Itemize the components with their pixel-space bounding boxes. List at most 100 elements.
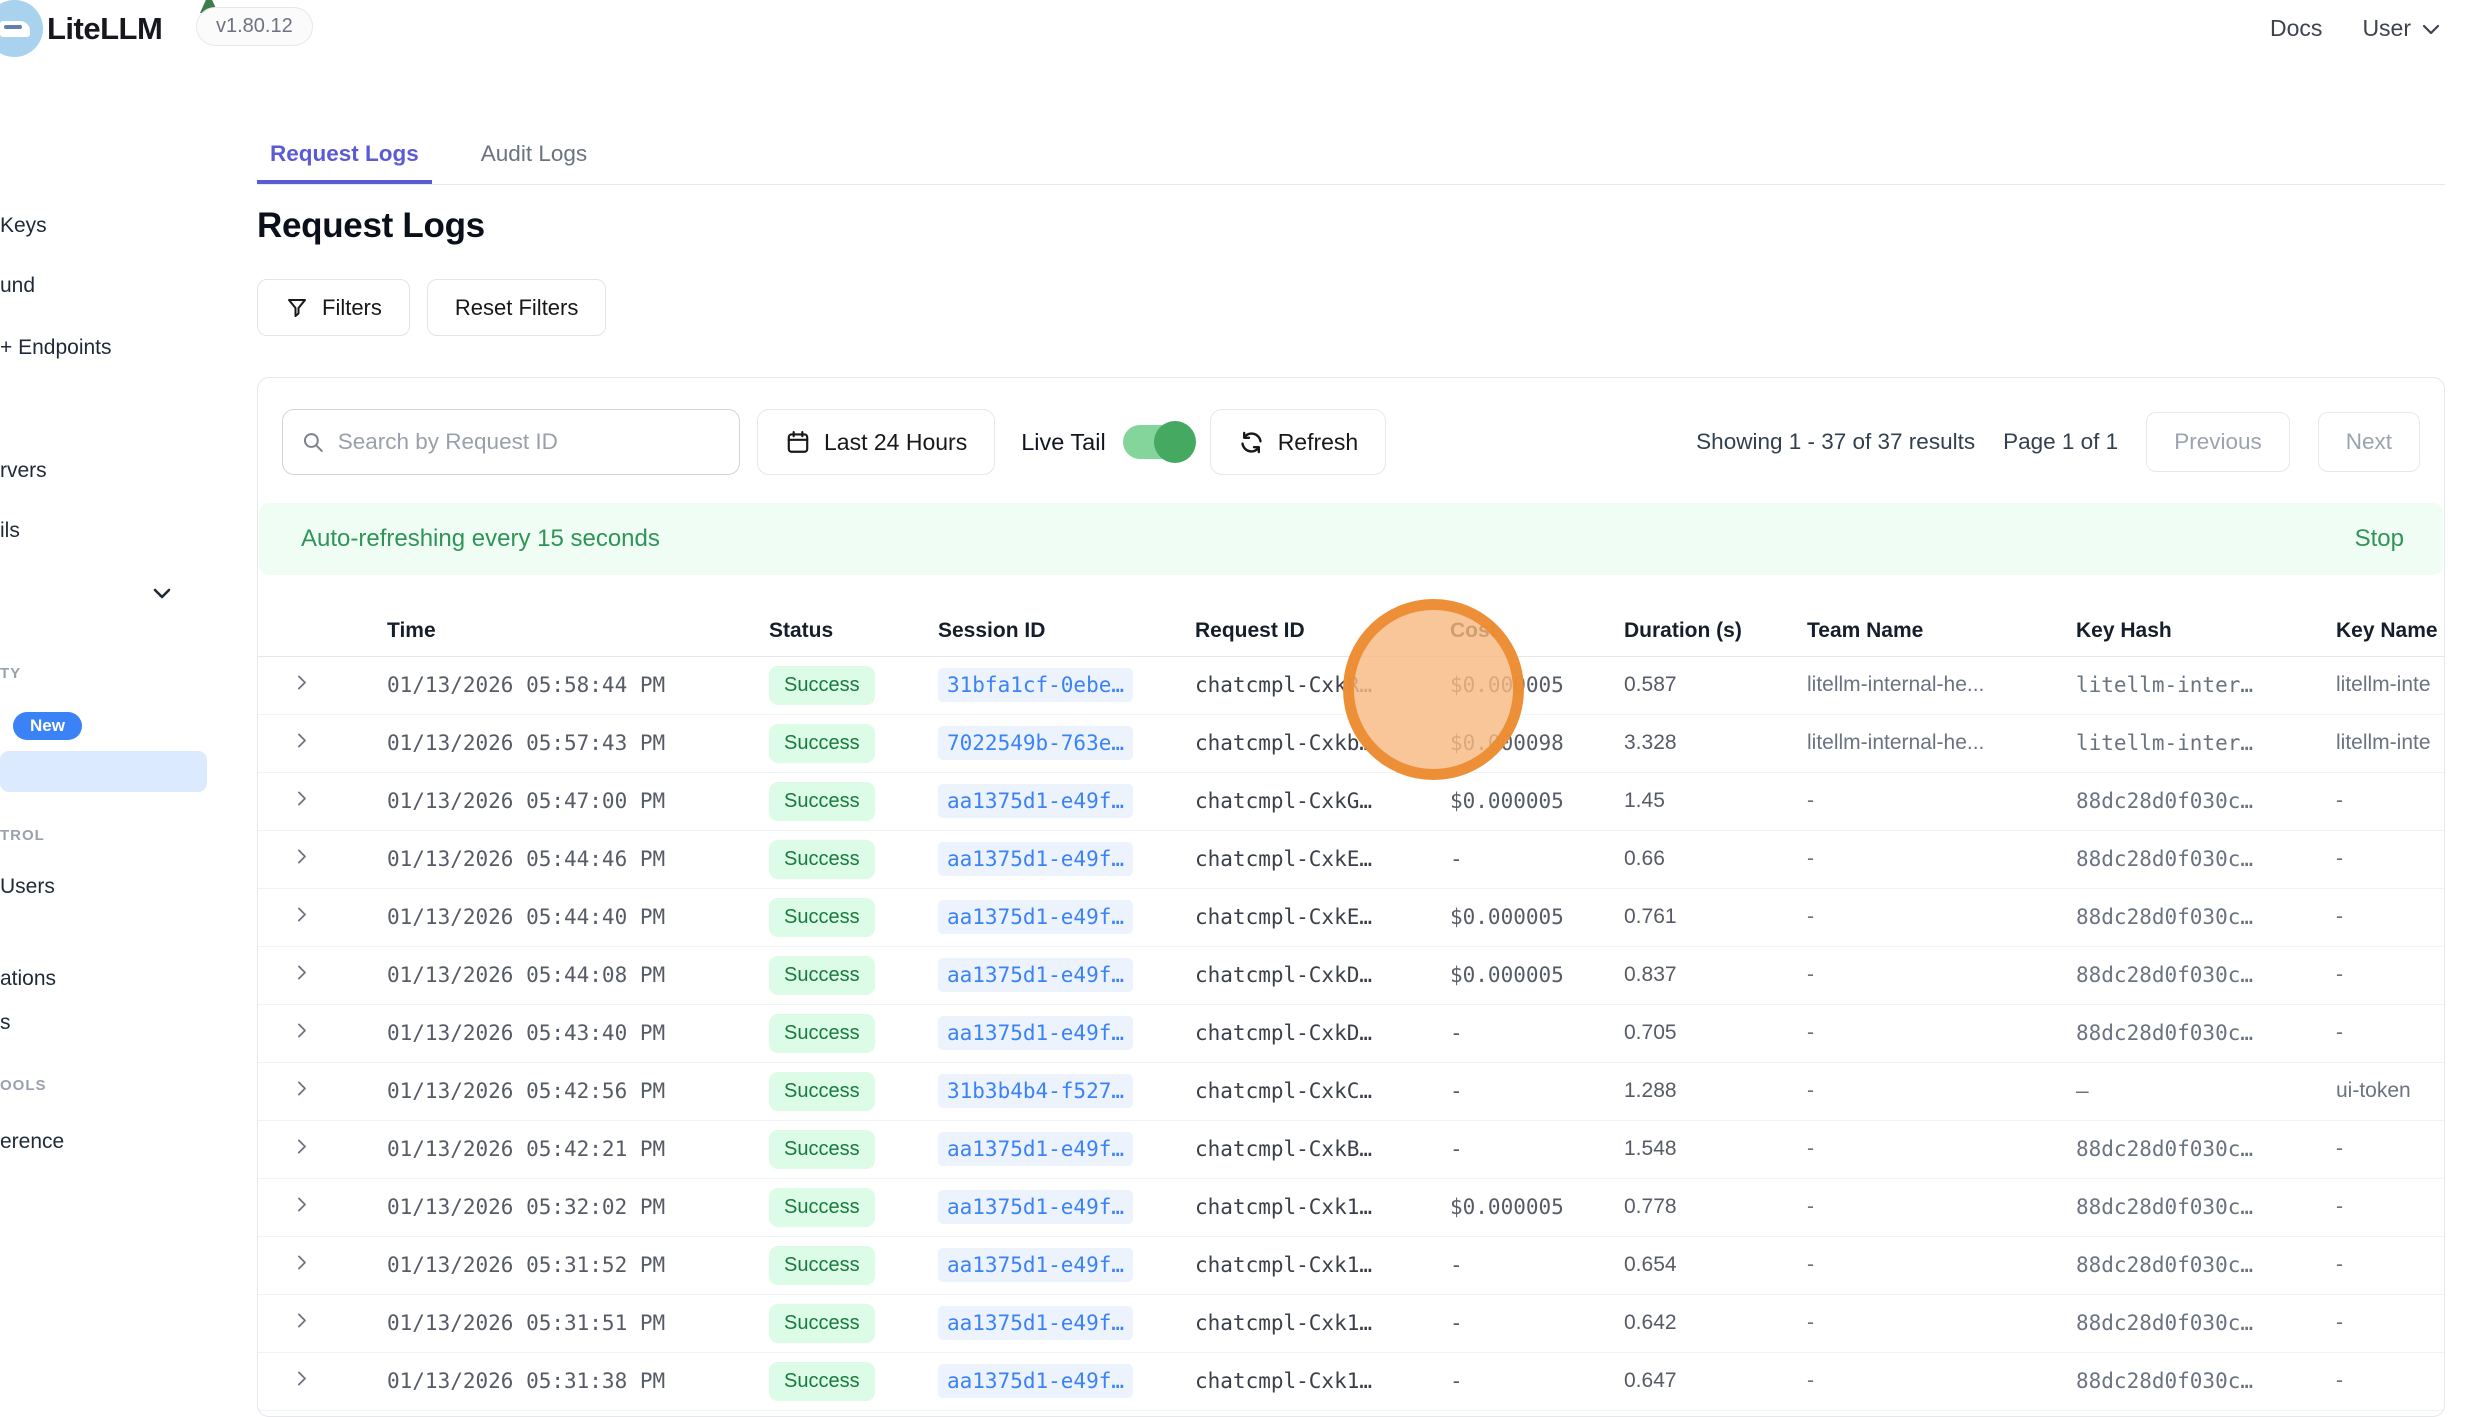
column-header-session-id: Session ID [918,606,1175,656]
sidebar-collapse-chevron-icon[interactable] [150,581,174,610]
live-tail-toggle[interactable] [1123,425,1193,459]
results-summary: Showing 1 - 37 of 37 results [1696,429,1975,455]
duration-cell: 0.778 [1604,1178,1787,1236]
expand-row-button[interactable] [291,788,312,809]
expand-row-button[interactable] [291,1020,312,1041]
main-content: Request Logs Audit Logs Request Logs Fil… [257,57,2445,1417]
session-id-cell: aa1375d1-e49f… [918,1120,1175,1178]
reset-filters-button[interactable]: Reset Filters [427,279,606,336]
time-cell: 01/13/2026 05:58:44 PM [367,656,749,714]
sidebar-item-guardrails[interactable]: ils [0,519,20,543]
status-badge: Success [769,782,875,821]
request-id-cell: chatcmpl-Cxk1… [1175,1236,1430,1294]
key-name-cell: - [2316,1178,2445,1236]
session-id-link[interactable]: aa1375d1-e49f… [938,958,1133,992]
sidebar-item-playground[interactable]: und [0,274,35,298]
time-cell: 01/13/2026 05:42:21 PM [367,1120,749,1178]
session-id-link[interactable]: aa1375d1-e49f… [938,1132,1133,1166]
session-id-cell: aa1375d1-e49f… [918,888,1175,946]
status-cell: Success [749,1352,918,1410]
status-badge: Success [769,1188,875,1227]
key-hash-cell: 88dc28d0f030c… [2056,1120,2316,1178]
team-name-cell: - [1787,1352,2056,1410]
key-name-cell: - [2316,772,2445,830]
next-page-button[interactable]: Next [2318,412,2420,472]
search-icon [301,429,325,455]
sidebar-item-logs-active[interactable] [0,751,207,792]
session-id-link[interactable]: aa1375d1-e49f… [938,1190,1133,1224]
sidebar-item-teams[interactable]: s [0,1011,11,1035]
auto-refresh-message: Auto-refreshing every 15 seconds [301,525,660,553]
key-name-cell: - [2316,1294,2445,1352]
key-hash-cell: – [2056,1062,2316,1120]
session-id-cell: aa1375d1-e49f… [918,1236,1175,1294]
session-id-cell: aa1375d1-e49f… [918,1294,1175,1352]
tab-audit-logs[interactable]: Audit Logs [468,141,600,184]
duration-cell: 1.548 [1604,1120,1787,1178]
key-name-cell: - [2316,1236,2445,1294]
session-id-link[interactable]: aa1375d1-e49f… [938,784,1133,818]
column-header-request-id: Request ID [1175,606,1430,656]
tab-request-logs[interactable]: Request Logs [257,141,432,184]
previous-page-button[interactable]: Previous [2146,412,2290,472]
time-range-button[interactable]: Last 24 Hours [757,409,995,475]
status-badge: Success [769,1246,875,1285]
request-id-cell: chatcmpl-CxkR… [1175,656,1430,714]
status-badge: Success [769,956,875,995]
duration-cell: 0.761 [1604,888,1787,946]
time-cell: 01/13/2026 05:44:08 PM [367,946,749,1004]
expand-row-button[interactable] [291,846,312,867]
session-id-cell: 31bfa1cf-0ebe… [918,656,1175,714]
expand-row-button[interactable] [291,1310,312,1331]
expand-row-button[interactable] [291,730,312,751]
team-name-cell: litellm-internal-he... [1787,714,2056,772]
key-hash-cell: 88dc28d0f030c… [2056,888,2316,946]
sidebar-section-observability: TY [0,665,21,682]
cost-cell: - [1430,1004,1604,1062]
docs-link[interactable]: Docs [2270,15,2322,42]
column-header-team-name: Team Name [1787,606,2056,656]
session-id-link[interactable]: aa1375d1-e49f… [938,1248,1133,1282]
sidebar-item-api-reference[interactable]: erence [0,1130,64,1154]
session-id-link[interactable]: 31bfa1cf-0ebe… [938,668,1133,702]
status-cell: Success [749,656,918,714]
session-id-link[interactable]: aa1375d1-e49f… [938,842,1133,876]
column-header-cost: Cost [1430,606,1604,656]
sidebar-item-servers[interactable]: rvers [0,459,47,483]
session-id-link[interactable]: aa1375d1-e49f… [938,1306,1133,1340]
expand-row-button[interactable] [291,1136,312,1157]
expand-row-button[interactable] [291,1078,312,1099]
cost-cell: - [1430,1120,1604,1178]
column-header-expander [258,606,367,656]
session-id-cell: aa1375d1-e49f… [918,1004,1175,1062]
refresh-button[interactable]: Refresh [1210,409,1387,475]
table-row: 01/13/2026 05:57:43 PMSuccess7022549b-76… [258,714,2445,772]
expand-row-button[interactable] [291,672,312,693]
status-cell: Success [749,888,918,946]
log-table-body: 01/13/2026 05:58:44 PMSuccess31bfa1cf-0e… [258,656,2445,1410]
session-id-link[interactable]: 31b3b4b4-f527… [938,1074,1133,1108]
session-id-link[interactable]: aa1375d1-e49f… [938,900,1133,934]
sidebar-item-models-endpoints[interactable]: + Endpoints [0,336,112,360]
sidebar-item-internal-users[interactable]: Users [0,875,55,899]
expand-row-button[interactable] [291,1252,312,1273]
user-menu[interactable]: User [2362,15,2443,42]
expand-row-button[interactable] [291,1194,312,1215]
stop-auto-refresh-button[interactable]: Stop [2355,525,2404,553]
table-row: 01/13/2026 05:31:51 PMSuccessaa1375d1-e4… [258,1294,2445,1352]
status-cell: Success [749,1004,918,1062]
key-hash-cell: 88dc28d0f030c… [2056,1294,2316,1352]
sidebar-item-organizations[interactable]: ations [0,967,56,991]
sidebar-item-virtual-keys[interactable]: Keys [0,214,47,238]
session-id-link[interactable]: aa1375d1-e49f… [938,1016,1133,1050]
session-id-link[interactable]: 7022549b-763e… [938,726,1133,760]
refresh-button-label: Refresh [1278,429,1359,456]
expand-row-button[interactable] [291,1368,312,1389]
expand-row-button[interactable] [291,904,312,925]
filters-button-label: Filters [322,295,382,321]
session-id-link[interactable]: aa1375d1-e49f… [938,1364,1133,1398]
key-name-cell: litellm-inte [2316,656,2445,714]
expand-row-button[interactable] [291,962,312,983]
filters-button[interactable]: Filters [257,279,410,336]
search-input[interactable] [338,429,721,455]
